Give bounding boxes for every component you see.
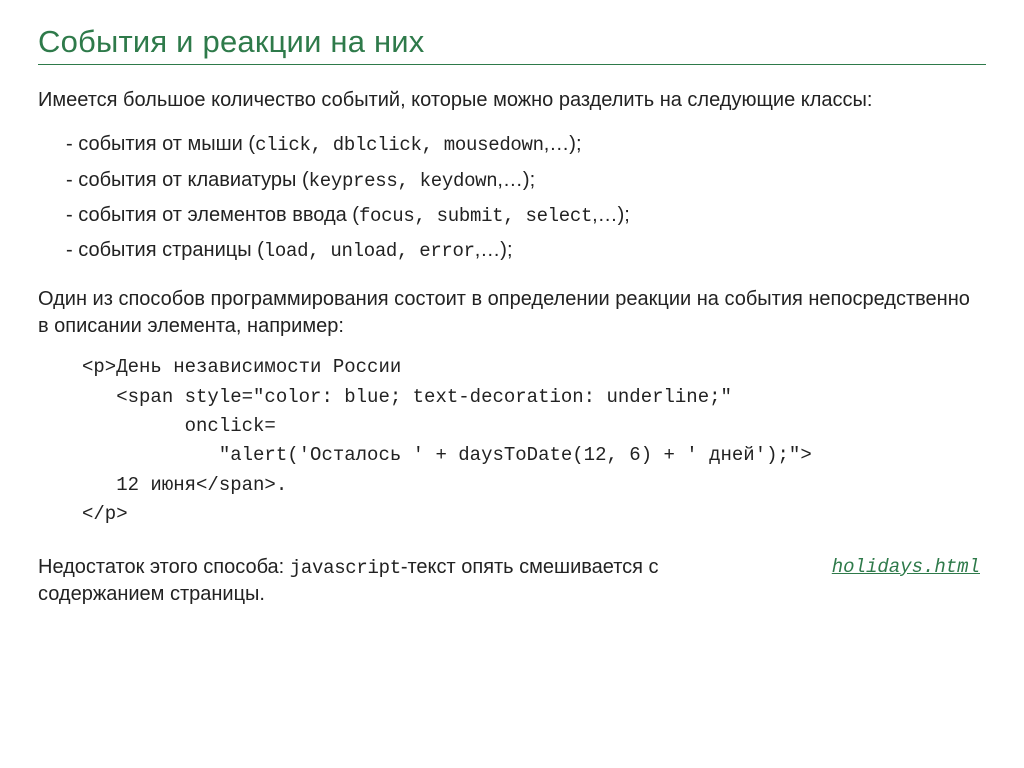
list-item: - события от клавиатуры (keypress, keydo… bbox=[66, 163, 986, 198]
title-rule bbox=[38, 64, 986, 65]
footer-row: Недостаток этого способа: javascript-тек… bbox=[38, 554, 986, 609]
caveat-text: Недостаток этого способа: javascript-тек… bbox=[38, 554, 678, 609]
list-item: - события от мыши (click, dblclick, mous… bbox=[66, 127, 986, 162]
caveat-pre: Недостаток этого способа: bbox=[38, 556, 290, 578]
bullet-suffix: ,…); bbox=[592, 204, 630, 226]
bullet-events: click, dblclick, mousedown bbox=[255, 134, 544, 156]
bullet-prefix: - события от элементов ввода ( bbox=[66, 204, 359, 226]
bullet-events: load, unload, error bbox=[264, 240, 475, 262]
caveat-mono: javascript bbox=[290, 557, 401, 579]
method-paragraph: Один из способов программирования состои… bbox=[38, 286, 986, 339]
bullet-list: - события от мыши (click, dblclick, mous… bbox=[66, 127, 986, 268]
intro-paragraph: Имеется большое количество событий, кото… bbox=[38, 87, 986, 113]
bullet-suffix: ,…); bbox=[544, 133, 582, 155]
bullet-prefix: - события страницы ( bbox=[66, 239, 264, 261]
slide: События и реакции на них Имеется большое… bbox=[0, 0, 1024, 768]
bullet-suffix: ,…); bbox=[475, 239, 513, 261]
bullet-prefix: - события от клавиатуры ( bbox=[66, 169, 309, 191]
bullet-prefix: - события от мыши ( bbox=[66, 133, 255, 155]
code-example: <p>День независимости России <span style… bbox=[82, 353, 986, 530]
list-item: - события страницы (load, unload, error,… bbox=[66, 233, 986, 268]
list-item: - события от элементов ввода (focus, sub… bbox=[66, 198, 986, 233]
holidays-link[interactable]: holidays.html bbox=[832, 556, 986, 578]
bullet-events: keypress, keydown bbox=[309, 170, 498, 192]
bullet-events: focus, submit, select bbox=[359, 205, 592, 227]
slide-title: События и реакции на них bbox=[38, 24, 986, 60]
bullet-suffix: ,…); bbox=[497, 169, 535, 191]
